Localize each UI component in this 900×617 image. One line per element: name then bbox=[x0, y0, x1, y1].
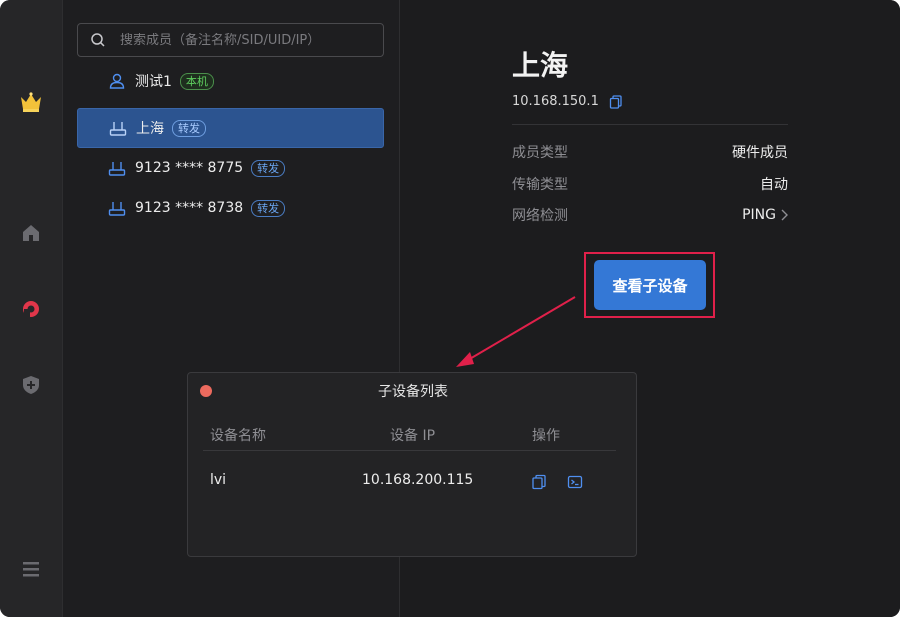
detail-row-transport-type: 传输类型 自动 bbox=[512, 174, 788, 194]
copy-icon[interactable] bbox=[609, 94, 623, 109]
member-item[interactable]: 9123 **** 8775 转发 bbox=[77, 148, 384, 188]
view-sub-devices-button[interactable]: 查看子设备 bbox=[594, 260, 706, 310]
chevron-right-icon bbox=[781, 209, 788, 221]
router-icon bbox=[108, 199, 126, 217]
detail-row-member-type: 成员类型 硬件成员 bbox=[512, 142, 788, 162]
device-ip: 10.168.200.115 bbox=[362, 472, 474, 488]
row-label: 网络检测 bbox=[512, 208, 568, 224]
sub-device-dialog: 子设备列表 设备名称 设备 IP 操作 lvi 10.168.200.115 bbox=[187, 372, 637, 557]
relay-badge: 转发 bbox=[172, 119, 206, 137]
detail-title: 上海 bbox=[512, 49, 569, 82]
app-window: 测试1 本机 上海 转发 9123 **** 8775 转发 9123 ****… bbox=[0, 0, 900, 617]
row-label: 传输类型 bbox=[512, 177, 568, 193]
crown-icon[interactable] bbox=[19, 90, 43, 114]
relay-badge: 转发 bbox=[251, 159, 286, 177]
detail-ip: 10.168.150.1 bbox=[512, 94, 623, 109]
search-icon bbox=[91, 33, 105, 47]
member-name: 9123 **** 8738 bbox=[135, 200, 244, 216]
shield-plus-icon[interactable] bbox=[19, 373, 43, 397]
column-header-name: 设备名称 bbox=[210, 428, 266, 444]
local-badge: 本机 bbox=[179, 72, 214, 90]
search-input[interactable] bbox=[120, 32, 380, 48]
divider bbox=[203, 450, 616, 451]
left-rail bbox=[0, 0, 63, 617]
column-header-actions: 操作 bbox=[532, 428, 560, 444]
terminal-icon[interactable] bbox=[567, 474, 583, 490]
user-icon bbox=[108, 72, 126, 90]
copy-icon[interactable] bbox=[531, 474, 547, 490]
detail-ip-value: 10.168.150.1 bbox=[512, 94, 599, 109]
member-name: 9123 **** 8775 bbox=[135, 160, 244, 176]
dialog-title: 子设备列表 bbox=[378, 384, 448, 400]
column-header-ip: 设备 IP bbox=[390, 428, 436, 444]
detail-row-network-check[interactable]: 网络检测 PING bbox=[512, 205, 788, 225]
router-icon bbox=[108, 159, 126, 177]
row-value: 自动 bbox=[760, 177, 788, 193]
ping-link[interactable]: PING bbox=[742, 205, 788, 225]
relay-badge: 转发 bbox=[251, 199, 286, 217]
home-icon[interactable] bbox=[19, 221, 43, 245]
device-name: lvi bbox=[210, 472, 227, 488]
network-icon[interactable] bbox=[19, 297, 43, 321]
menu-icon[interactable] bbox=[19, 557, 43, 581]
member-name: 测试1 bbox=[135, 74, 172, 90]
member-name: 上海 bbox=[136, 121, 164, 137]
router-icon bbox=[109, 119, 127, 137]
member-item-selected[interactable]: 上海 转发 bbox=[77, 108, 384, 148]
row-label: 成员类型 bbox=[512, 145, 568, 161]
divider bbox=[512, 124, 788, 125]
search-box[interactable] bbox=[77, 23, 384, 57]
row-value: PING bbox=[742, 207, 776, 223]
row-value: 硬件成员 bbox=[732, 145, 788, 161]
member-item[interactable]: 测试1 本机 bbox=[77, 61, 384, 101]
member-item[interactable]: 9123 **** 8738 转发 bbox=[77, 188, 384, 228]
